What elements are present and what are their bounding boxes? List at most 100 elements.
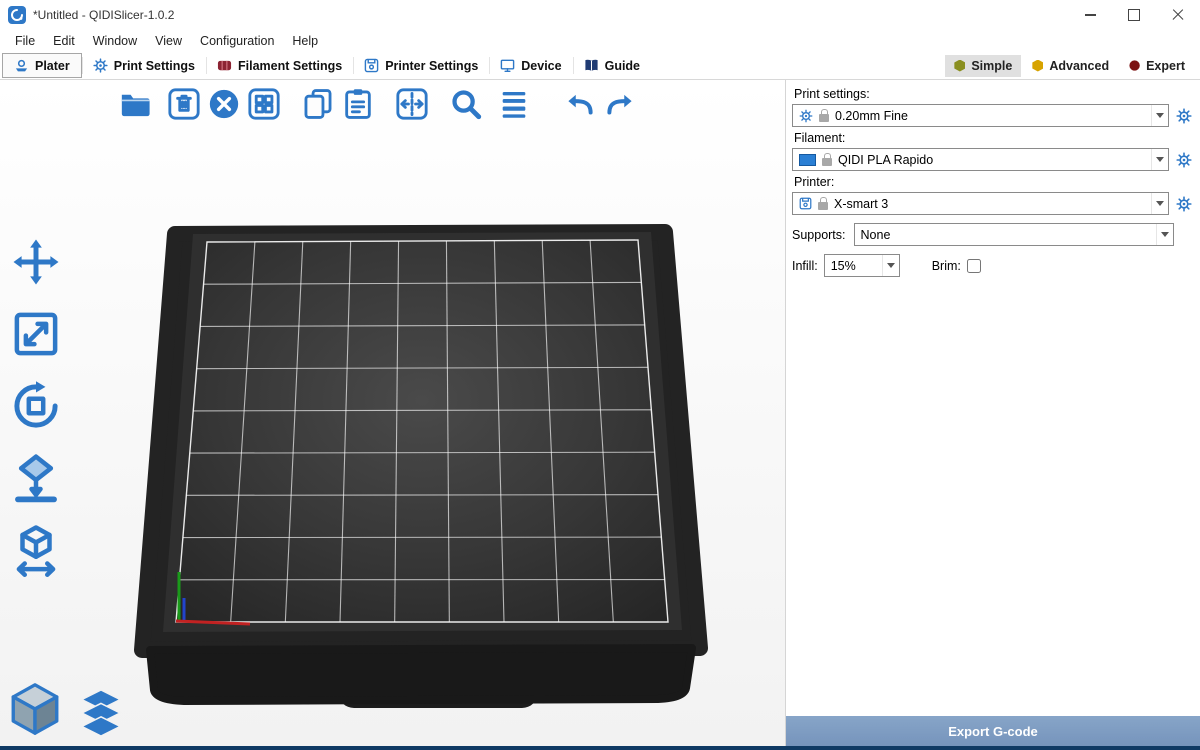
dropdown-arrow[interactable] [1151,193,1168,214]
split-button[interactable] [392,84,432,124]
gear-icon [799,109,813,123]
scale-to-fit-button[interactable] [6,520,66,580]
mode-selector: Simple Advanced Expert [945,52,1198,79]
open-button[interactable] [116,84,156,124]
delete-all-icon [207,87,241,121]
tab-filament-settings[interactable]: Filament Settings [206,52,353,79]
tab-label: Guide [605,59,640,73]
copy-icon [301,87,335,121]
filament-combo[interactable]: QIDI PLA Rapido [792,148,1169,171]
simple-mode-icon [954,60,965,72]
tab-label: Device [521,59,561,73]
undo-icon [563,87,597,121]
guide-icon [584,58,599,73]
rotate-icon [9,379,63,433]
plater-toolbar [116,84,640,124]
supports-label: Supports: [792,228,846,242]
3d-view-button[interactable] [6,680,64,738]
paste-button[interactable] [338,84,378,124]
filament-color-swatch [799,154,816,166]
dropdown-arrow[interactable] [1151,149,1168,170]
delete-all-button[interactable] [204,84,244,124]
filament-label: Filament: [794,131,1194,145]
mode-label: Advanced [1049,59,1109,73]
window-controls [1068,0,1200,30]
menu-file[interactable]: File [6,34,44,48]
menu-window[interactable]: Window [84,34,146,48]
layers-view-button[interactable] [76,688,126,738]
scale-to-fit-icon [9,523,63,577]
print-bed[interactable] [0,80,785,750]
advanced-mode-icon [1032,60,1043,72]
filament-gear-button[interactable] [1174,148,1194,171]
view-toolbar [6,680,126,738]
arrange-icon [247,87,281,121]
infill-value: 15% [831,259,856,273]
mode-advanced[interactable]: Advanced [1023,55,1118,77]
copy-button[interactable] [298,84,338,124]
brim-checkbox[interactable] [967,259,981,273]
infill-combo[interactable]: 15% [824,254,900,277]
gizmo-toolbar [6,232,66,580]
gear-icon [1176,196,1192,212]
bed-front-face [150,648,692,701]
tab-print-settings[interactable]: Print Settings [82,52,206,79]
export-gcode-button[interactable]: Export G-code [786,716,1200,746]
print-surface [176,240,668,622]
dropdown-arrow[interactable] [1156,224,1173,245]
open-icon [119,87,153,121]
tab-printer-settings[interactable]: Printer Settings [353,52,489,79]
scale-icon [9,307,63,361]
search-button[interactable] [446,84,486,124]
filament-value: QIDI PLA Rapido [838,153,933,167]
tab-guide[interactable]: Guide [573,52,651,79]
supports-combo[interactable]: None [854,223,1174,246]
print-settings-label: Print settings: [794,87,1194,101]
layers-view-icon [76,688,126,738]
menu-configuration[interactable]: Configuration [191,34,283,48]
scale-button[interactable] [6,304,66,364]
variable-layer-height-button[interactable] [494,84,534,124]
arrange-button[interactable] [244,84,284,124]
tab-label: Printer Settings [385,59,478,73]
lock-icon [822,158,832,166]
3d-viewport[interactable] [0,80,785,750]
undo-button[interactable] [560,84,600,124]
mode-simple[interactable]: Simple [945,55,1021,77]
settings-sidebar: Print settings: 0.20mm Fine [785,80,1200,750]
close-icon[interactable] [1156,0,1200,30]
3d-view-icon [6,680,64,738]
expert-mode-icon [1129,60,1140,72]
rotate-button[interactable] [6,376,66,436]
move-button[interactable] [6,232,66,292]
printer-combo[interactable]: X-smart 3 [792,192,1169,215]
place-on-face-button[interactable] [6,448,66,508]
print-settings-gear-button[interactable] [1174,104,1194,127]
window-bottom-edge [0,746,1200,750]
delete-button[interactable] [164,84,204,124]
print-settings-icon [93,58,108,73]
menu-help[interactable]: Help [283,34,327,48]
print-settings-combo[interactable]: 0.20mm Fine [792,104,1169,127]
redo-icon [603,87,637,121]
mode-label: Expert [1146,59,1185,73]
window-title: *Untitled - QIDISlicer-1.0.2 [33,8,174,22]
menu-edit[interactable]: Edit [44,34,84,48]
maximize-icon[interactable] [1112,0,1156,30]
split-icon [395,87,429,121]
dropdown-arrow[interactable] [882,255,899,276]
lock-icon [818,202,828,210]
menu-view[interactable]: View [146,34,191,48]
tab-device[interactable]: Device [489,52,572,79]
filament-icon [217,58,232,73]
supports-value: None [861,228,891,242]
plater-icon [14,58,29,73]
place-on-face-icon [9,451,63,505]
minimize-icon[interactable] [1068,0,1112,30]
tab-plater[interactable]: Plater [2,53,82,78]
app-logo-icon [8,6,26,24]
printer-gear-button[interactable] [1174,192,1194,215]
redo-button[interactable] [600,84,640,124]
dropdown-arrow[interactable] [1151,105,1168,126]
mode-expert[interactable]: Expert [1120,55,1194,77]
